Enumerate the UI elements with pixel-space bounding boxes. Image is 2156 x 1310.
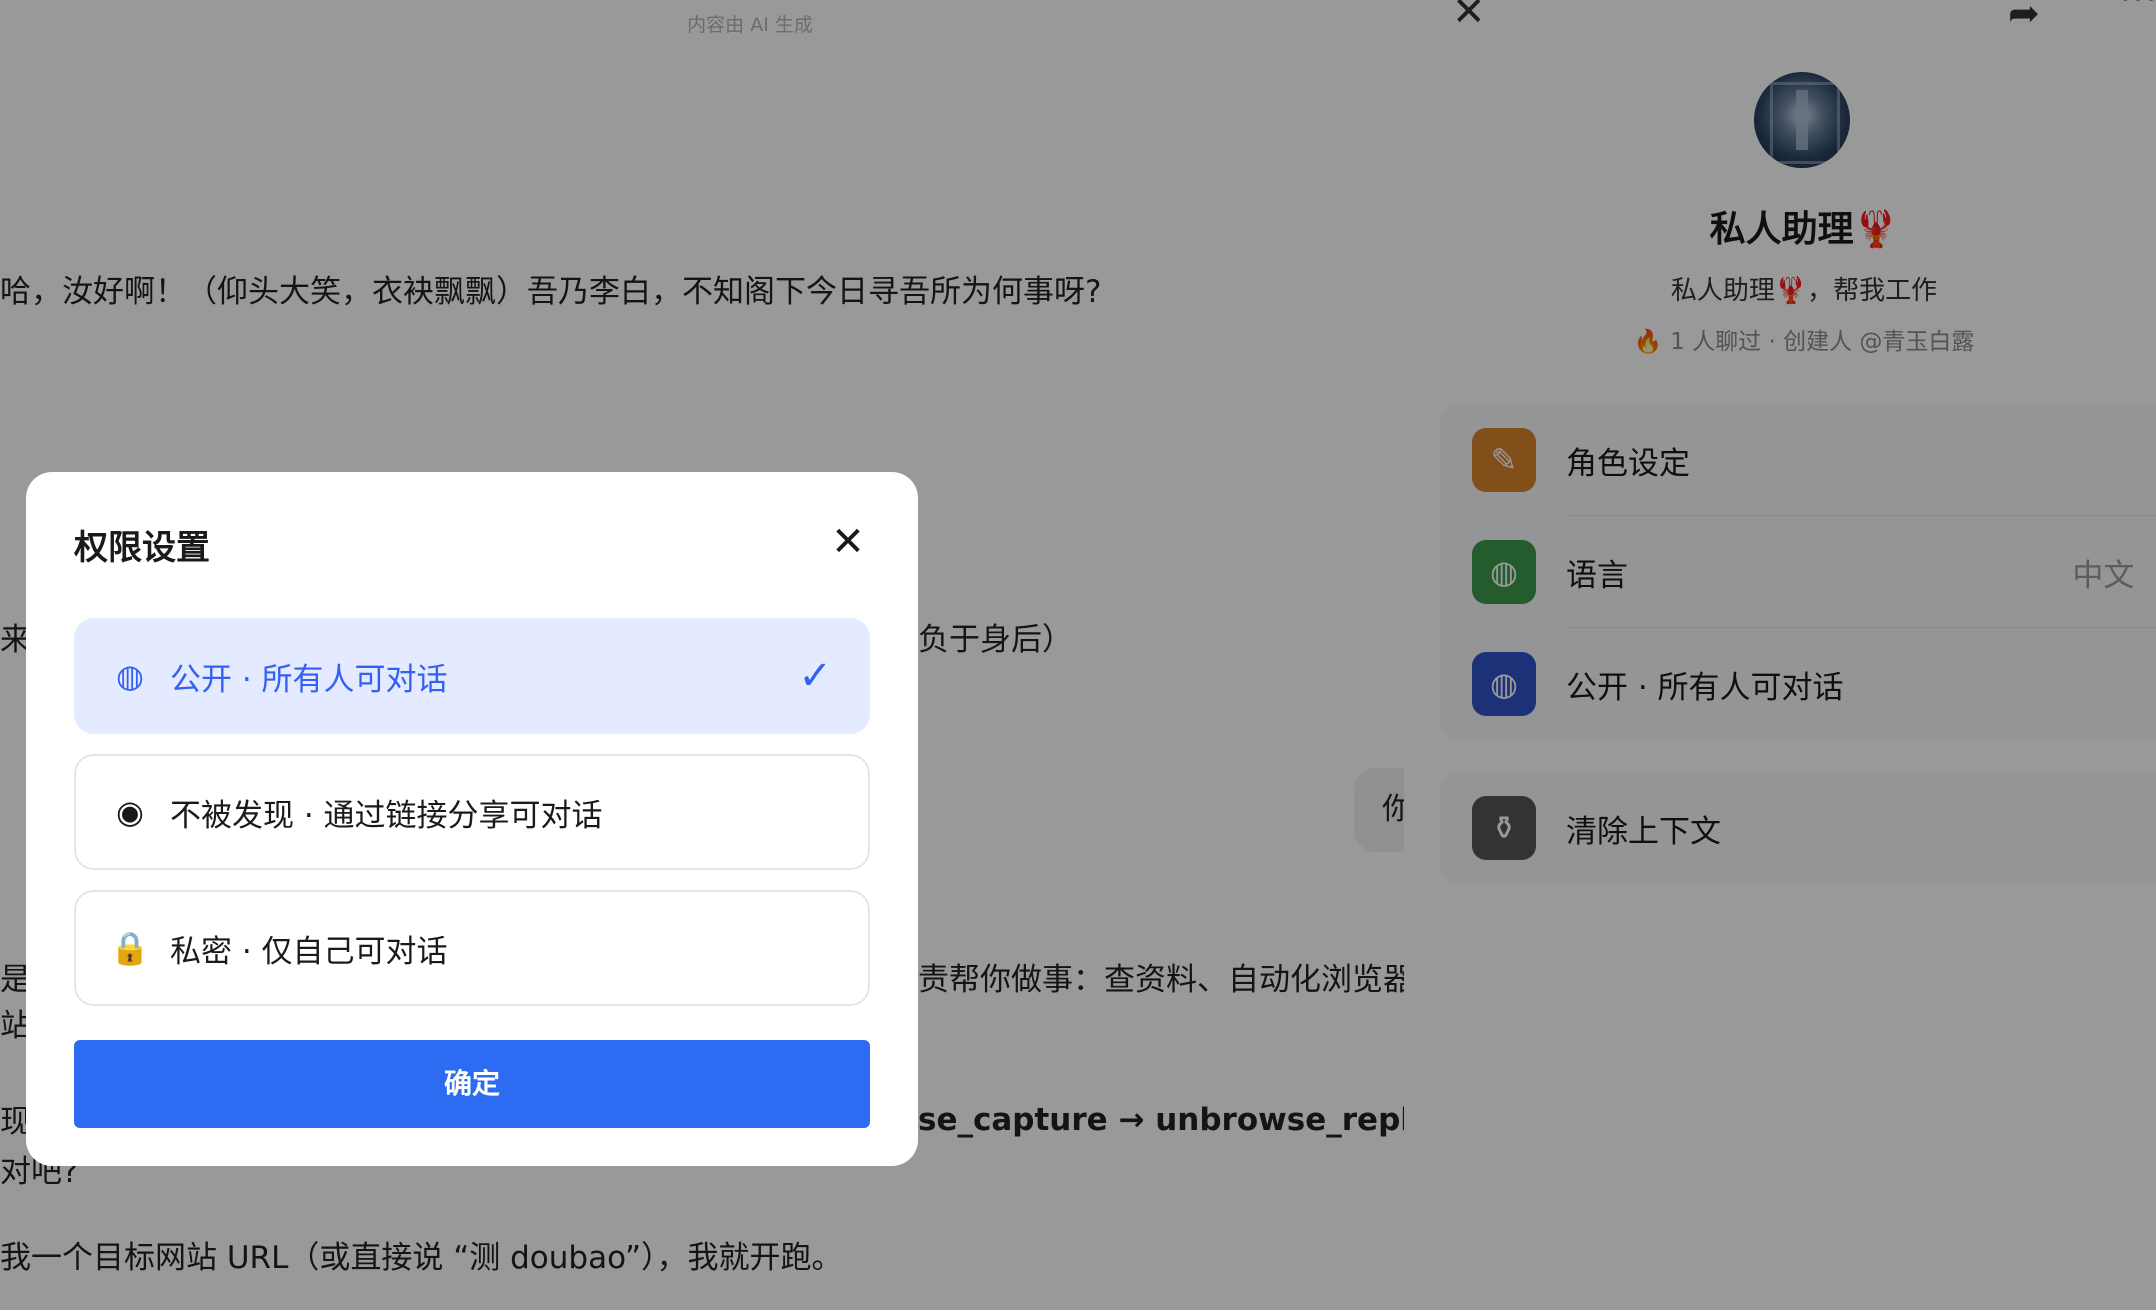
option-label: 公开 · 所有人可对话: [170, 661, 448, 698]
lock-icon: 🔒: [110, 929, 150, 967]
permission-settings-dialog: 权限设置 ✕ ◍ 公开 · 所有人可对话 ✓ ◉ 不被发现 · 通过链接分享可对…: [26, 472, 918, 1166]
confirm-button[interactable]: 确定: [74, 1040, 870, 1128]
dialog-title: 权限设置: [74, 528, 210, 568]
option-unlisted[interactable]: ◉ 不被发现 · 通过链接分享可对话: [74, 754, 870, 870]
option-label: 私密 · 仅自己可对话: [170, 933, 448, 970]
checkmark-icon: ✓: [798, 653, 832, 699]
option-private[interactable]: 🔒 私密 · 仅自己可对话: [74, 890, 870, 1006]
option-public[interactable]: ◍ 公开 · 所有人可对话 ✓: [74, 618, 870, 734]
option-label: 不被发现 · 通过链接分享可对话: [170, 797, 603, 834]
close-icon[interactable]: ✕: [822, 516, 874, 568]
globe-icon: ◍: [116, 657, 144, 695]
eye-slash-icon: ◉: [116, 793, 144, 831]
